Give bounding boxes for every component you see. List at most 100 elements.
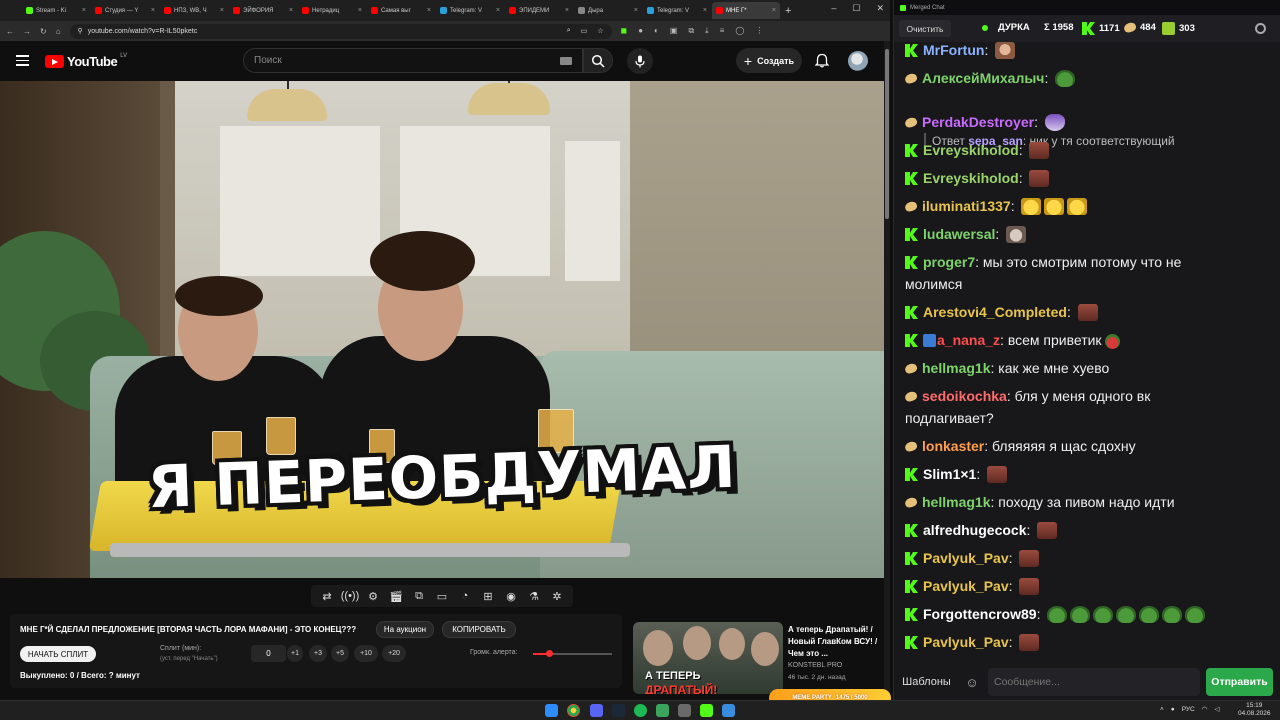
extension-icon[interactable]: ▣ bbox=[670, 26, 678, 36]
keyboard-icon[interactable] bbox=[560, 57, 572, 65]
tab-close-icon[interactable]: × bbox=[565, 7, 569, 14]
loop-icon[interactable]: ⇄ bbox=[319, 588, 335, 604]
recommended-video-title[interactable]: А теперь Драпатый! / Новый ГлавКом ВСУ! … bbox=[788, 624, 878, 660]
minimize-icon[interactable]: – bbox=[831, 3, 836, 14]
start-split-button[interactable]: НАЧАТЬ СПЛИТ bbox=[20, 646, 96, 662]
cinema-mode-icon[interactable]: ▭ bbox=[434, 588, 450, 604]
step-button[interactable]: +10 bbox=[354, 645, 378, 662]
chat-username[interactable]: hellmag1k bbox=[922, 494, 990, 510]
close-window-icon[interactable]: ✕ bbox=[876, 3, 884, 14]
clapperboard-icon[interactable]: 🎬︎ bbox=[388, 588, 404, 604]
app-icon[interactable] bbox=[656, 704, 669, 717]
browser-tab[interactable]: Нетрадиц × bbox=[298, 2, 366, 19]
chat-username[interactable]: Slim1×1 bbox=[923, 466, 976, 482]
chat-username[interactable]: Evreyskiholod bbox=[923, 170, 1019, 186]
alert-volume-knob[interactable] bbox=[545, 650, 553, 657]
chat-username[interactable]: hellmag1k bbox=[922, 360, 990, 376]
bookmark-star-icon[interactable]: ☆ bbox=[597, 27, 603, 35]
browser-tab[interactable]: ЭПИДЕМИ × bbox=[505, 2, 573, 19]
camera-icon[interactable]: ◉ bbox=[503, 588, 519, 604]
step-button[interactable]: +1 bbox=[287, 645, 303, 662]
back-icon[interactable]: ← bbox=[6, 27, 14, 36]
tab-close-icon[interactable]: × bbox=[772, 7, 776, 14]
gear-icon[interactable]: ✲ bbox=[549, 588, 565, 604]
chat-username[interactable]: iluminati1337 bbox=[922, 198, 1011, 214]
voice-search-button[interactable] bbox=[627, 48, 653, 74]
browser-tab[interactable]: МНЕ Г* × bbox=[712, 2, 780, 19]
video-settings-icon[interactable]: ⚙ bbox=[365, 588, 381, 604]
browser-tab[interactable]: Студия — Y × bbox=[91, 2, 159, 19]
video-player[interactable]: Я ПЕРЕОБДУМАЛ bbox=[0, 81, 884, 578]
spotify-icon[interactable] bbox=[634, 704, 647, 717]
page-scrollbar[interactable] bbox=[884, 41, 890, 700]
profile-icon[interactable]: ◯ bbox=[735, 26, 744, 36]
recommended-video-channel[interactable]: KONSTEBL PRO bbox=[788, 662, 842, 669]
browser-tab[interactable]: Самая выг × bbox=[367, 2, 435, 19]
tab-close-icon[interactable]: × bbox=[634, 7, 638, 14]
chat-username[interactable]: Pavlyuk_Pav bbox=[923, 550, 1009, 566]
chat-username[interactable]: MrFortun bbox=[923, 42, 984, 58]
zoom-icon[interactable]: ⌕ bbox=[567, 27, 571, 35]
tab-close-icon[interactable]: × bbox=[82, 7, 86, 14]
chevron-up-icon[interactable]: ˄ bbox=[1160, 706, 1164, 713]
chat-username[interactable]: proger7 bbox=[923, 254, 975, 270]
tab-close-icon[interactable]: × bbox=[427, 7, 431, 14]
install-icon[interactable]: ▭ bbox=[581, 27, 588, 35]
auction-button[interactable]: На аукцион bbox=[376, 621, 434, 638]
picture-in-picture-icon[interactable]: ⧉ bbox=[411, 588, 427, 604]
maximize-icon[interactable]: ☐ bbox=[852, 3, 860, 14]
chat-username[interactable]: alfredhugecock bbox=[923, 522, 1026, 538]
recommended-video-thumbnail[interactable]: А ТЕПЕРЬ ДРАПАТЫЙ! bbox=[633, 622, 783, 694]
download-icon[interactable]: ⤓ bbox=[705, 26, 709, 36]
extension-icon[interactable]: ● bbox=[638, 26, 643, 36]
extension-icon[interactable]: ◐ bbox=[654, 26, 659, 36]
browser-tab[interactable]: Telegram: V × bbox=[643, 2, 711, 19]
youtube-logo[interactable]: YouTube LV bbox=[45, 53, 127, 69]
extension-icon[interactable]: ◼ bbox=[621, 26, 628, 36]
chat-username[interactable]: Arestovi4_Completed bbox=[923, 304, 1067, 320]
notifications-bell-icon[interactable] bbox=[815, 53, 829, 68]
steam-icon[interactable] bbox=[612, 704, 625, 717]
chat-username[interactable]: sedoikochka bbox=[922, 388, 1007, 404]
tab-close-icon[interactable]: × bbox=[220, 7, 224, 14]
step-button[interactable]: +3 bbox=[309, 645, 327, 662]
tab-close-icon[interactable]: × bbox=[703, 7, 707, 14]
new-tab-button[interactable]: + bbox=[785, 5, 791, 17]
chat-username[interactable]: Pavlyuk_Pav bbox=[923, 578, 1009, 594]
alert-volume-slider[interactable] bbox=[533, 650, 612, 657]
speedometer-icon[interactable]: ◔ bbox=[457, 588, 473, 604]
volume-icon[interactable]: ◁ bbox=[1214, 705, 1219, 713]
chat-username[interactable]: PerdakDestroyer bbox=[922, 114, 1034, 130]
url-field[interactable]: ⚲ youtube.com/watch?v=R-IL50pketc ⌕ ▭ ☆ bbox=[69, 23, 612, 39]
chat-username[interactable]: АлексейМихалыч bbox=[922, 70, 1044, 86]
browser-tab[interactable]: Stream - Ki × bbox=[22, 2, 90, 19]
browser-tab[interactable]: Дыра × bbox=[574, 2, 642, 19]
chat-message-input[interactable] bbox=[988, 668, 1200, 696]
search-input[interactable]: Поиск bbox=[243, 48, 583, 73]
tab-close-icon[interactable]: × bbox=[289, 7, 293, 14]
home-icon[interactable]: ⌂ bbox=[56, 27, 61, 36]
search-button[interactable] bbox=[583, 48, 613, 73]
tab-close-icon[interactable]: × bbox=[496, 7, 500, 14]
reload-icon[interactable]: ↻ bbox=[40, 27, 47, 36]
site-info-icon[interactable]: ⚲ bbox=[78, 27, 83, 35]
chat-username[interactable]: Pavlyuk_Pav bbox=[923, 634, 1009, 650]
microphone-tray-icon[interactable]: ● bbox=[1171, 706, 1175, 713]
menu-dots-icon[interactable]: ⋮ bbox=[755, 26, 763, 36]
extension-icon[interactable]: ⧉ bbox=[688, 26, 694, 36]
browser-tab[interactable]: ЭЙФОРИЯ × bbox=[229, 2, 297, 19]
chrome-icon[interactable] bbox=[567, 704, 580, 717]
copy-button[interactable]: КОПИРОВАТЬ bbox=[442, 621, 516, 638]
chat-username[interactable]: lonkaster bbox=[922, 438, 984, 454]
app-icon[interactable] bbox=[678, 704, 691, 717]
step-button[interactable]: +20 bbox=[382, 645, 406, 662]
windows-start-icon[interactable] bbox=[545, 704, 558, 717]
templates-button[interactable]: Шаблоны bbox=[899, 669, 954, 695]
wifi-icon[interactable]: ◠ bbox=[1202, 705, 1208, 713]
step-button[interactable]: +5 bbox=[331, 645, 349, 662]
browser-tab[interactable]: НПЗ, WB, Ч × bbox=[160, 2, 228, 19]
tab-close-icon[interactable]: × bbox=[358, 7, 362, 14]
forward-icon[interactable]: → bbox=[23, 27, 31, 36]
language-indicator[interactable]: РУС bbox=[1182, 706, 1195, 713]
app-icon[interactable] bbox=[722, 704, 735, 717]
